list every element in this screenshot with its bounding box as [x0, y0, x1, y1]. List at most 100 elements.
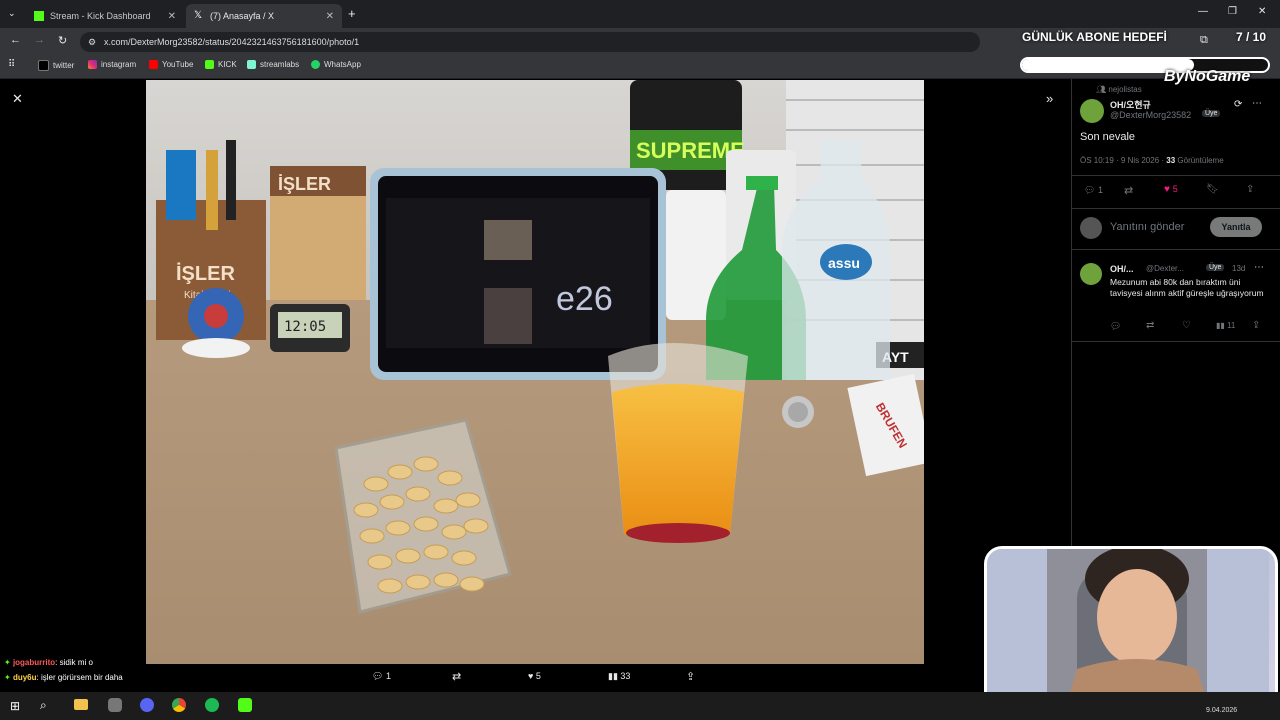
- chat-username: jogaburrito: [12, 658, 56, 667]
- extensions-icon[interactable]: ⧉: [1200, 34, 1208, 47]
- chat-badge-icon: ✦: [4, 673, 11, 682]
- bookmark-instagram[interactable]: instagram: [88, 60, 136, 69]
- tweet-meta: ÖS 10:19 · 9 Nis 2026 · 33 Görüntüleme: [1080, 156, 1224, 165]
- clock-display: 12:05: [284, 319, 326, 335]
- avatar[interactable]: [1080, 99, 1104, 123]
- tab-label: (7) Anasayfa / X: [210, 11, 275, 21]
- share-icon[interactable]: ⇪: [686, 670, 695, 683]
- reply-text: Mezunum abi 80k dan bıraktım üni tavisye…: [1110, 277, 1264, 298]
- like-action[interactable]: ♥ 5: [528, 671, 541, 681]
- tweet-photo[interactable]: AYT BRUFEN SUPREME İŞLER Kitabevleri İŞL…: [146, 80, 924, 664]
- tweet-text: Son nevale: [1080, 131, 1136, 143]
- share-icon[interactable]: ⇪: [1252, 320, 1260, 331]
- kick-icon: [205, 60, 214, 69]
- bottle-label: assu: [828, 255, 860, 271]
- search-icon[interactable]: ⌕: [40, 698, 47, 713]
- more-options-icon[interactable]: ⋯: [1252, 98, 1262, 109]
- restore-icon[interactable]: ❐: [1228, 6, 1237, 17]
- reply-action[interactable]: 💬︎ 1: [372, 671, 391, 682]
- member-badge: Üye: [1202, 110, 1221, 117]
- webcam-overlay: [984, 546, 1278, 712]
- close-tab-icon[interactable]: ✕: [326, 11, 334, 22]
- list-context: 👥︎ nejolistas: [1096, 85, 1142, 94]
- desk-scene: AYT BRUFEN SUPREME İŞLER Kitabevleri İŞL…: [146, 80, 924, 664]
- expand-sidebar-icon[interactable]: »: [1046, 91, 1053, 106]
- reload-icon[interactable]: ↻: [58, 34, 67, 47]
- window-close-icon[interactable]: ✕: [1258, 6, 1266, 17]
- forward-icon[interactable]: →: [34, 34, 45, 46]
- reply-icon: 💬︎: [372, 671, 384, 681]
- reply-tweet[interactable]: OH/... @Dexter... Üye 13d ⋯ Mezunum abi …: [1072, 251, 1280, 342]
- tab-x-home[interactable]: 𝕏 (7) Anasayfa / X ✕: [186, 4, 342, 28]
- bookmark-icon[interactable]: 🔖︎: [1206, 184, 1219, 195]
- author-handle[interactable]: @DexterMorg23582: [1110, 110, 1191, 120]
- avatar[interactable]: [1080, 263, 1102, 285]
- close-viewer-icon[interactable]: ✕: [12, 91, 23, 107]
- reply-composer: Yanıtını gönder Yanıtla: [1072, 207, 1280, 250]
- views-button[interactable]: ▮▮ 11: [1216, 321, 1235, 330]
- bookmark-twitter[interactable]: twitter: [38, 60, 74, 71]
- reply-icon[interactable]: 💬︎: [1110, 321, 1121, 332]
- browser-tab-bar: ⌄ Stream - Kick Dashboard ✕ 𝕏 (7) Anasay…: [0, 0, 1280, 28]
- repost-icon[interactable]: ⇄: [1146, 320, 1154, 331]
- chat-text: : işler görürsem bir daha: [36, 673, 123, 682]
- reply-submit-button[interactable]: Yanıtla: [1210, 217, 1262, 237]
- bookmark-youtube[interactable]: YouTube: [149, 60, 193, 69]
- bookmark-whatsapp[interactable]: WhatsApp: [311, 60, 361, 69]
- kick-app-icon[interactable]: [238, 698, 252, 712]
- svg-text:İŞLER: İŞLER: [278, 174, 331, 194]
- streamlabs-icon: [247, 60, 256, 69]
- chat-message: ✦ jogaburrito: sidik mi o: [4, 658, 93, 667]
- chat-username: duy6u: [12, 673, 37, 682]
- close-tab-icon[interactable]: ✕: [168, 11, 176, 22]
- tab-kick-dashboard[interactable]: Stream - Kick Dashboard ✕: [26, 4, 184, 28]
- repost-icon[interactable]: ⇄: [452, 670, 461, 683]
- svg-text:e26: e26: [556, 280, 613, 318]
- whatsapp-icon: [311, 60, 320, 69]
- app-icon[interactable]: [108, 698, 122, 712]
- chat-message: ✦ duy6u: işler görürsem bir daha: [4, 673, 123, 682]
- site-info-icon[interactable]: ⚙: [88, 32, 96, 52]
- views-action[interactable]: ▮▮ 33: [608, 671, 630, 682]
- repost-icon[interactable]: ⇄: [1124, 184, 1133, 197]
- chrome-icon[interactable]: [172, 698, 186, 712]
- like-button[interactable]: ♥ 5: [1164, 184, 1178, 195]
- bookmark-streamlabs[interactable]: streamlabs: [247, 60, 299, 69]
- file-explorer-icon[interactable]: [74, 699, 88, 710]
- url-field[interactable]: ⚙ x.com/DexterMorg23582/status/204232146…: [80, 32, 980, 52]
- minimize-icon[interactable]: —: [1198, 6, 1208, 17]
- reply-button[interactable]: 💬︎ 1: [1084, 185, 1103, 196]
- x-logo-icon: [38, 60, 49, 71]
- os-taskbar: ⊞ ⌕ 9.04.2026: [0, 692, 1280, 720]
- subscriber-goal-count: 7 / 10: [1236, 30, 1267, 44]
- kick-icon: [34, 11, 44, 21]
- bookmark-kick[interactable]: KICK: [205, 60, 237, 69]
- avatar: [1080, 217, 1102, 239]
- discord-icon[interactable]: [140, 698, 154, 712]
- taskbar-date: 9.04.2026: [1206, 707, 1238, 714]
- grok-icon[interactable]: ⟳: [1234, 99, 1242, 110]
- instagram-icon: [88, 60, 97, 69]
- reply-input[interactable]: Yanıtını gönder: [1110, 221, 1184, 233]
- heart-icon: ♥: [528, 671, 534, 681]
- tab-label: Stream - Kick Dashboard: [50, 11, 151, 21]
- youtube-icon: [149, 60, 158, 69]
- streamer-webcam: [987, 549, 1269, 703]
- heart-icon[interactable]: ♡: [1182, 320, 1191, 331]
- brand-logo: ByNoGame: [1164, 68, 1251, 85]
- shop-name: İŞLER: [176, 262, 235, 285]
- bar-chart-icon: ▮▮: [608, 671, 618, 681]
- tab-list-icon[interactable]: ⌄: [8, 8, 16, 19]
- back-icon[interactable]: ←: [10, 34, 21, 46]
- chat-text: : sidik mi o: [55, 658, 93, 667]
- new-tab-icon[interactable]: +: [348, 6, 356, 21]
- spotify-icon[interactable]: [205, 698, 219, 712]
- chat-badge-icon: ✦: [4, 658, 11, 667]
- more-options-icon[interactable]: ⋯: [1254, 262, 1264, 273]
- apps-grid-icon[interactable]: ⠿: [8, 59, 15, 70]
- share-icon[interactable]: ⇪: [1246, 184, 1254, 195]
- reply-author-name[interactable]: OH/...: [1110, 264, 1134, 274]
- reply-author-handle[interactable]: @Dexter...: [1146, 264, 1184, 273]
- subscriber-goal-title: GÜNLÜK ABONE HEDEFİ: [1022, 30, 1167, 44]
- windows-start-icon[interactable]: ⊞: [10, 699, 20, 713]
